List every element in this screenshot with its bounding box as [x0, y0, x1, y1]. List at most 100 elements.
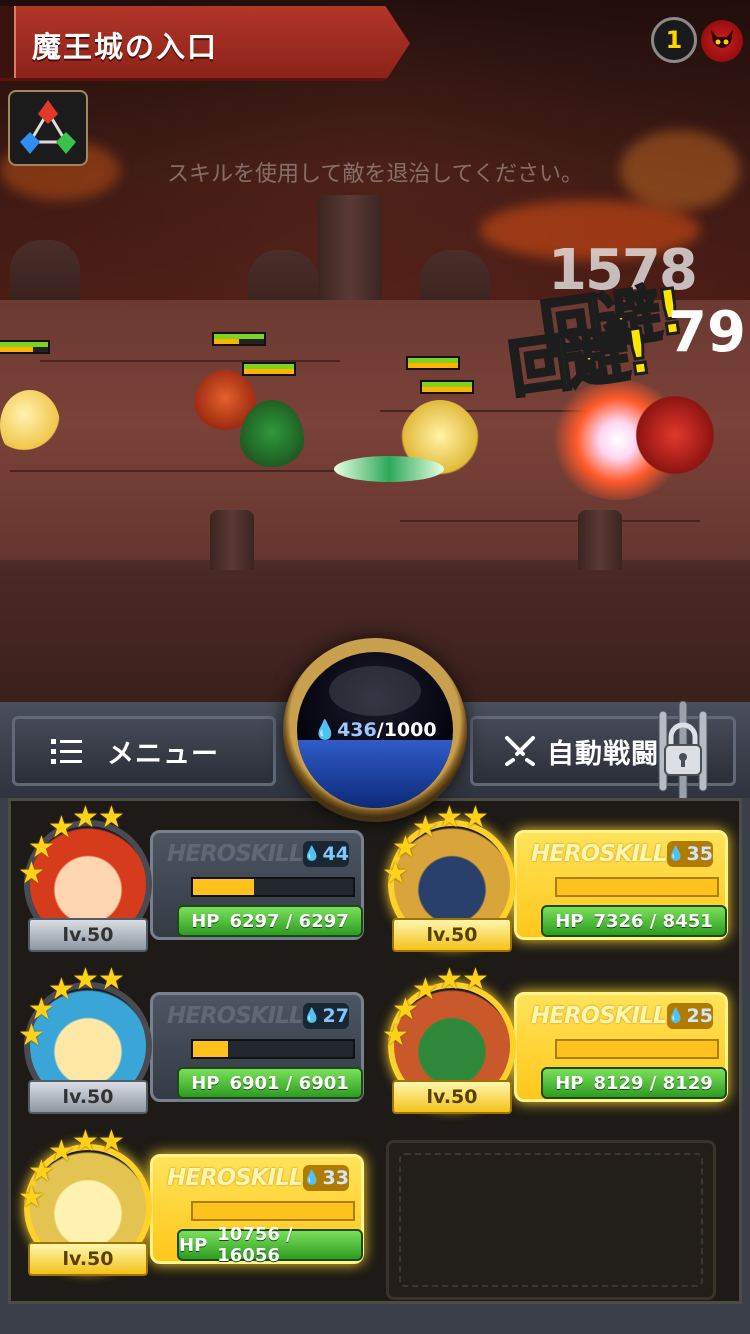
star-icon: ★ [48, 972, 75, 1007]
skill-cost: 💧 25 [667, 1003, 713, 1029]
stone-pillar [318, 195, 382, 315]
star-icon: ★ [48, 810, 75, 845]
menu-label: メニュー [107, 738, 219, 770]
star-icon: ★ [436, 800, 463, 835]
skill-gauge-fill [193, 1203, 353, 1219]
ally-green-archer [240, 400, 304, 480]
empty-hero-slot [386, 1140, 716, 1300]
hp-label: HP [179, 1234, 208, 1256]
ally-green-sword [334, 456, 444, 482]
ally-hp-bar [242, 362, 296, 376]
crossed-swords-icon [505, 736, 535, 766]
star-icon: ★ [48, 1134, 75, 1169]
stage-title-banner: 魔王城の入口 [0, 6, 410, 81]
hero-card[interactable]: HEROSKILL 💧 35 HP 7326 / 8451 ★ ★ ★ ★ ★ lv.50 [374, 800, 728, 952]
skill-cost: 💧 27 [303, 1003, 349, 1029]
star-icon: ★ [72, 1124, 99, 1159]
hp-label: HP [555, 910, 584, 932]
hero-skill-panel[interactable]: HEROSKILL 💧 35 HP 7326 / 8451 [514, 830, 728, 940]
hero-hp: HP 8129 / 8129 [541, 1067, 727, 1099]
hero-card[interactable]: HEROSKILL 💧 25 HP 8129 / 8129 ★ ★ ★ ★ ★ lv.50 [374, 962, 728, 1114]
hero-level: lv.50 [28, 1080, 148, 1114]
mana-drop-icon: 💧 [667, 1008, 685, 1024]
menu-button[interactable]: メニュー [12, 716, 276, 786]
mana-drop-icon: 💧 [303, 1008, 321, 1024]
wave-counter: 1 [651, 17, 697, 63]
hero-skill-panel[interactable]: HEROSKILL 💧 33 HP 10756 / 16056 [150, 1154, 364, 1266]
hp-label: HP [191, 1072, 220, 1094]
hp-value: 8129 / 8129 [593, 1072, 713, 1094]
star-icon: ★ [72, 962, 99, 997]
mana-orb: 💧436/1000 [283, 638, 467, 822]
lock-chain-icon [658, 701, 708, 801]
hero-level: lv.50 [28, 1242, 148, 1276]
hp-value: 6901 / 6901 [229, 1072, 349, 1094]
skill-cost-value: 44 [322, 843, 349, 865]
star-icon: ★ [462, 800, 489, 835]
mana-fill [297, 739, 453, 808]
hp-value: 10756 / 16056 [217, 1224, 293, 1266]
wave-number: 1 [665, 26, 683, 54]
ledge-post [210, 510, 254, 570]
mana-current: 436 [337, 719, 377, 741]
star-icon: ★ [412, 972, 439, 1007]
hero-level: lv.50 [28, 918, 148, 952]
auto-battle-label: 自動戦闘 [547, 738, 659, 770]
hero-hp: HP 10756 / 16056 [177, 1224, 363, 1266]
hero-skill-panel[interactable]: HEROSKILL 💧 44 HP 6297 / 6297 [150, 830, 364, 940]
skill-gauge-fill [557, 1041, 717, 1057]
skill-cost-value: 25 [686, 1005, 713, 1027]
star-rating: ★ ★ ★ ★ ★ [14, 962, 134, 1053]
skill-cost-value: 27 [322, 1005, 349, 1027]
star-rating: ★ ★ ★ ★ ★ [14, 1124, 134, 1215]
hint-text: スキルを使用して敵を退治してください。 [166, 162, 584, 187]
hero-card[interactable]: HEROSKILL 💧 44 HP 6297 / 6297 ★ ★ ★ ★ ★ lv.50 [10, 800, 364, 952]
hero-level: lv.50 [392, 1080, 512, 1114]
enemy-demon [630, 390, 720, 480]
demon-boss-icon [701, 20, 743, 62]
heroskill-label: HEROSKILL [167, 841, 303, 867]
star-icon: ★ [98, 962, 125, 997]
skill-cost: 💧 35 [667, 841, 713, 867]
hero-card[interactable]: HEROSKILL 💧 33 HP 10756 / 16056 ★ ★ ★ ★ ★ lv.5… [10, 1124, 364, 1276]
skill-gauge [555, 1039, 719, 1059]
skill-cost-value: 35 [686, 843, 713, 865]
ally-hp-bar [212, 332, 266, 346]
damage-number: 79 [668, 300, 746, 365]
ledge-post [578, 510, 622, 570]
hero-card[interactable]: HEROSKILL 💧 27 HP 6901 / 6901 ★ ★ ★ ★ ★ lv.50 [10, 962, 364, 1114]
mana-max: /1000 [376, 719, 437, 741]
skill-gauge-fill [193, 1041, 229, 1057]
skill-gauge [191, 1039, 355, 1059]
hp-value: 6297 / 6297 [229, 910, 349, 932]
hero-hp: HP 7326 / 8451 [541, 905, 727, 937]
heroskill-label: HEROSKILL [531, 841, 667, 867]
mana-drop-icon: 💧 [303, 1170, 321, 1186]
skill-gauge [191, 877, 355, 897]
hp-label: HP [555, 1072, 584, 1094]
skill-gauge-fill [557, 879, 717, 895]
ally-hp-bar [406, 356, 460, 370]
ally-hp-bar [420, 380, 474, 394]
element-affinity-button[interactable] [8, 90, 88, 166]
mana-drop-icon: 💧 [313, 719, 338, 741]
hero-skill-panel[interactable]: HEROSKILL 💧 25 HP 8129 / 8129 [514, 992, 728, 1102]
heroskill-label: HEROSKILL [531, 1003, 667, 1029]
hero-skill-panel[interactable]: HEROSKILL 💧 27 HP 6901 / 6901 [150, 992, 364, 1102]
star-rating: ★ ★ ★ ★ ★ [378, 962, 498, 1053]
heroskill-label: HEROSKILL [167, 1165, 303, 1191]
auto-battle-button[interactable]: 自動戦闘 [470, 701, 736, 801]
star-icon: ★ [436, 962, 463, 997]
mana-counter: 💧436/1000 [283, 718, 467, 741]
star-icon: ★ [462, 962, 489, 997]
heroskill-label: HEROSKILL [167, 1003, 303, 1029]
hp-label: HP [191, 910, 220, 932]
hero-level: lv.50 [392, 918, 512, 952]
skill-cost: 💧 44 [303, 841, 349, 867]
hero-hp: HP 6901 / 6901 [177, 1067, 363, 1099]
battle-scene[interactable]: 1578 回避! 回避! 79 スキルを使用して敵を退治してください。 魔王城の… [0, 0, 750, 710]
skill-gauge [191, 1201, 355, 1221]
star-icon: ★ [72, 800, 99, 835]
star-rating: ★ ★ ★ ★ ★ [14, 800, 134, 891]
star-rating: ★ ★ ★ ★ ★ [378, 800, 498, 891]
